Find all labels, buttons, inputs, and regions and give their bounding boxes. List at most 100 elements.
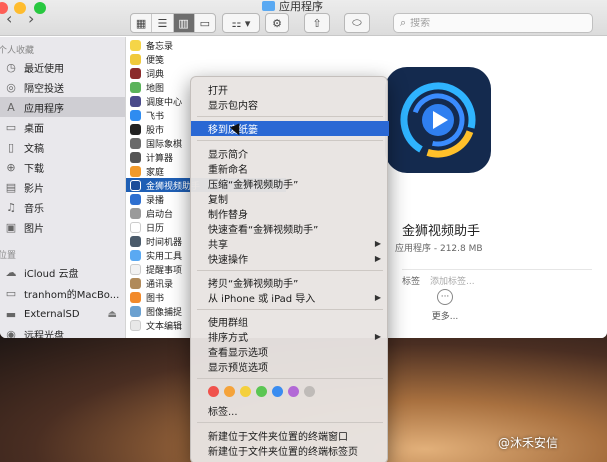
file-label: 通讯录 <box>146 279 174 290</box>
sidebar-item-icloud[interactable]: ☁ iCloud 云盘 <box>0 262 125 282</box>
gallery-view-button[interactable]: ▭ <box>195 14 215 32</box>
list-view-button[interactable]: ☰ <box>152 14 174 32</box>
sidebar-item-remote-disc[interactable]: ◉ 远程光盘 <box>0 324 125 339</box>
menu-item-share[interactable]: 共享 ▶ <box>191 236 389 251</box>
menu-item-quick-look[interactable]: 快速查看“金狮视频助手” <box>191 221 389 236</box>
tag-icon: ⬭ <box>352 16 362 29</box>
more-button[interactable]: ··· 更多... <box>425 289 465 329</box>
file-label: 调度中心 <box>146 97 183 108</box>
search-input[interactable] <box>410 17 571 29</box>
file-label: 飞书 <box>146 111 165 122</box>
menu-item-new-terminal-window[interactable]: 新建位于文件夹位置的终端窗口 <box>191 428 389 443</box>
menu-item-tags[interactable]: 标签... <box>191 403 389 418</box>
sidebar-item-recents[interactable]: ◷ 最近使用 <box>0 57 125 77</box>
menu-item-use-groups[interactable]: 使用群组 <box>191 314 389 329</box>
document-icon: ▯ <box>7 140 15 154</box>
file-label: 时间机器 <box>146 237 183 248</box>
sidebar-item-label: 隔空投送 <box>24 83 64 95</box>
menu-item-compress[interactable]: 压缩“金狮视频助手” <box>191 176 389 191</box>
minimize-window-button[interactable] <box>14 2 26 14</box>
menu-item-show-preview-options[interactable]: 显示预览选项 <box>191 359 389 374</box>
yellow-tag-button[interactable] <box>240 386 251 397</box>
sidebar-item-airdrop[interactable]: ◎ 隔空投送 <box>0 77 125 97</box>
menu-item-duplicate[interactable]: 复制 <box>191 191 389 206</box>
menu-item-label: 从 iPhone 或 iPad 导入 <box>208 294 316 305</box>
file-label: 地图 <box>146 83 165 94</box>
app-icon <box>130 39 141 51</box>
menu-item-copy[interactable]: 拷贝“金狮视频助手” <box>191 275 389 290</box>
sidebar-favorites-heading: 个人收藏 <box>0 46 35 56</box>
red-tag-button[interactable] <box>208 386 219 397</box>
sidebar-item-pictures[interactable]: ▣ 图片 <box>0 217 125 237</box>
preview-tags-row: 标签 添加标签... <box>402 269 592 287</box>
menu-item-open[interactable]: 打开 <box>191 82 389 97</box>
sidebar-item-externalsd[interactable]: ▬ ExternalSD ⏏ <box>0 304 125 324</box>
app-icon <box>130 81 141 93</box>
sidebar-item-documents[interactable]: ▯ 文稿 <box>0 137 125 157</box>
app-icon <box>130 319 141 331</box>
purple-tag-button[interactable] <box>288 386 299 397</box>
forward-icon[interactable]: › <box>28 11 34 27</box>
sidebar-item-macbook[interactable]: ▭ tranhom的MacBo... <box>0 283 125 303</box>
icon-view-button[interactable]: ▦ <box>131 14 153 32</box>
file-label: 国际象棋 <box>146 139 183 150</box>
tags-label: 标签 <box>402 277 421 287</box>
file-label: 实用工具 <box>146 251 183 262</box>
zoom-window-button[interactable] <box>34 2 46 14</box>
app-icon <box>130 179 141 191</box>
menu-item-show-view-options[interactable]: 查看显示选项 <box>191 344 389 359</box>
app-icon <box>130 263 141 275</box>
menu-item-label: 排序方式 <box>208 333 248 344</box>
column-view-button[interactable]: ▥ <box>173 14 195 32</box>
drive-icon: ▬ <box>5 307 17 321</box>
menu-item-new-terminal-tab[interactable]: 新建位于文件夹位置的终端标签页 <box>191 443 389 458</box>
app-icon <box>130 165 141 177</box>
back-icon[interactable]: ‹ <box>6 11 12 27</box>
sidebar-item-movies[interactable]: ▤ 影片 <box>0 177 125 197</box>
group-button[interactable]: ⚏ ▾ <box>222 13 260 33</box>
sidebar-item-downloads[interactable]: ⊕ 下载 <box>0 157 125 177</box>
action-button[interactable]: ⚙ <box>265 13 289 33</box>
add-tags-field[interactable]: 添加标签... <box>430 274 475 287</box>
menu-item-show-package-contents[interactable]: 显示包内容 <box>191 97 389 112</box>
menu-item-make-alias[interactable]: 制作替身 <box>191 206 389 221</box>
sidebar-item-music[interactable]: ♫ 音乐 <box>0 197 125 217</box>
desktop-icon: ▭ <box>5 120 17 134</box>
menu-item-quick-actions[interactable]: 快速操作 ▶ <box>191 251 389 266</box>
app-icon <box>130 277 141 289</box>
cloud-icon: ☁ <box>5 265 17 279</box>
preview-app-meta: 应用程序 - 212.8 MB <box>395 244 483 254</box>
green-tag-button[interactable] <box>256 386 267 397</box>
gray-tag-button[interactable] <box>304 386 315 397</box>
share-button[interactable]: ⇧ <box>304 13 330 33</box>
orange-tag-button[interactable] <box>224 386 235 397</box>
file-row[interactable]: 备忘录 <box>126 38 286 52</box>
menu-item-sort-by[interactable]: 排序方式 ▶ <box>191 329 389 344</box>
file-label: 图书 <box>146 293 165 304</box>
file-label: 启动台 <box>146 209 174 220</box>
search-field[interactable]: ⌕ <box>393 13 593 33</box>
blue-tag-button[interactable] <box>272 386 283 397</box>
sidebar-item-desktop[interactable]: ▭ 桌面 <box>0 117 125 137</box>
app-icon <box>130 291 141 303</box>
tag-button[interactable]: ⬭ <box>344 13 370 33</box>
sidebar-item-label: 影片 <box>24 183 44 195</box>
sidebar-item-applications[interactable]: A 应用程序 <box>0 97 125 117</box>
toolbar: ‹ › 应用程序 ▦ ☰ ▥ ▭ ⚏ ▾ ⚙ ⇧ ⬭ ⌕ <box>0 0 607 36</box>
sidebar-item-label: 图片 <box>24 223 44 235</box>
app-icon <box>130 193 141 205</box>
menu-item-get-info[interactable]: 显示简介 <box>191 146 389 161</box>
menu-separator <box>197 116 383 117</box>
watermark: @沐禾安信 <box>498 436 559 450</box>
menu-item-import-from-iphone[interactable]: 从 iPhone 或 iPad 导入 ▶ <box>191 290 389 305</box>
eject-icon[interactable]: ⏏ <box>108 309 117 320</box>
file-row[interactable]: 便笺 <box>126 52 286 66</box>
app-icon <box>130 235 141 247</box>
menu-item-rename[interactable]: 重新命名 <box>191 161 389 176</box>
disc-icon: ◉ <box>6 327 16 339</box>
app-icon <box>130 123 141 135</box>
menu-item-move-to-trash[interactable]: 移到废纸篓 <box>191 121 389 136</box>
file-label: 计算器 <box>146 153 174 164</box>
app-icon <box>130 221 141 233</box>
more-label: 更多... <box>431 312 459 322</box>
